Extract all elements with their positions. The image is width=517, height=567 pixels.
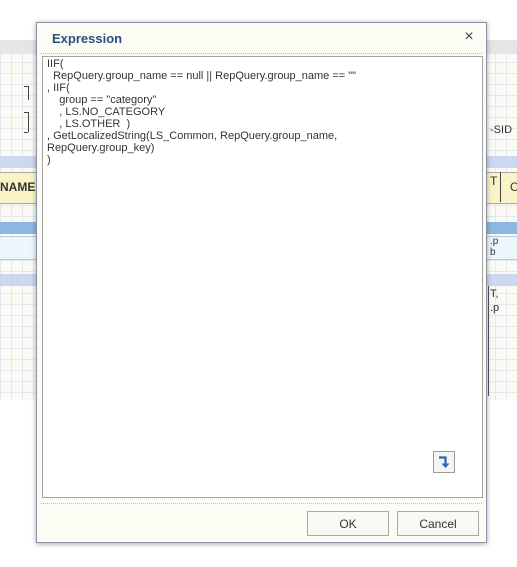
expression-line: IIF( [47,58,64,70]
expression-text[interactable]: IIF( RepQuery.group_name == null || RepQ… [47,58,478,166]
ok-button[interactable]: OK [307,511,389,536]
expression-editor[interactable]: IIF( RepQuery.group_name == null || RepQ… [42,56,483,498]
t-column-header: T [490,174,498,188]
c-column-header: C [510,180,517,194]
cancel-button[interactable]: Cancel [397,511,479,536]
expression-line: ) [47,154,51,166]
detail-cell-p: .p [490,236,499,247]
expression-line: RepQuery.group_key) [47,142,155,154]
expression-line: , LS.NO_CATEGORY [47,106,166,118]
close-icon[interactable]: × [460,28,478,46]
title-divider [41,53,482,54]
bracket-line [28,86,29,100]
footer-cell-t: T, [490,288,499,300]
word-wrap-button[interactable] [433,451,455,473]
dialog-titlebar[interactable]: Expression × [37,23,486,53]
expression-line: , LS.OTHER ) [47,118,131,130]
expression-line: , GetLocalizedString(LS_Common, RepQuery… [47,130,338,142]
dialog-title: Expression [52,31,123,46]
bracket-line [28,112,29,132]
bracket-tick [24,132,28,133]
footer-divider [41,503,482,504]
return-arrow-icon [439,456,450,468]
page-edge [488,286,489,396]
column-divider [500,172,501,202]
expression-line: RepQuery.group_name == null || RepQuery.… [47,70,357,82]
expression-line: , IIF( [47,82,70,94]
expression-dialog: Expression × IIF( RepQuery.group_name ==… [36,22,487,543]
detail-cell-b: b [490,247,496,258]
expression-line: group == "category" [47,94,157,106]
footer-cell-p: .p [490,302,500,314]
name-column-header: NAME [0,180,36,194]
sid-label: -SID [490,124,513,136]
